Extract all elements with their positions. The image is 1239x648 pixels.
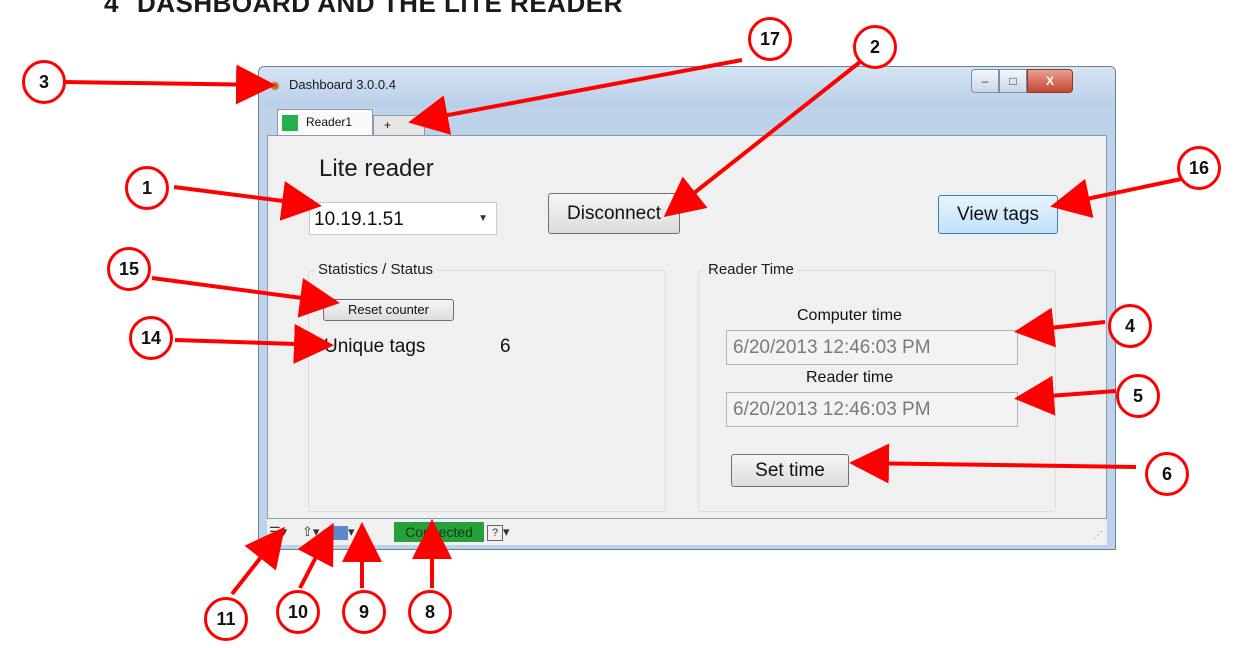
window-title: Dashboard 3.0.0.4	[289, 77, 396, 92]
callout-2: 2	[853, 25, 897, 69]
maximize-button[interactable]: □	[999, 69, 1027, 93]
tab-label: Reader1	[306, 115, 353, 129]
callout-14: 14	[129, 316, 173, 360]
callout-9: 9	[342, 590, 386, 634]
tab-reader1[interactable]: Reader1	[277, 109, 373, 135]
view-tags-button[interactable]: View tags	[938, 195, 1058, 234]
callout-1: 1	[125, 166, 169, 210]
heading-text: DASHBOARD AND THE LITE READER	[136, 0, 623, 18]
computer-time-label: Computer time	[797, 307, 902, 324]
page-heading: 4 DASHBOARD AND THE LITE READER	[104, 0, 623, 19]
connection-status-badge: Connected	[394, 522, 484, 542]
resize-grip-icon[interactable]: ⋰	[1093, 530, 1103, 541]
disconnect-button[interactable]: Disconnect	[548, 193, 680, 234]
upload-icon[interactable]: ⇧▾	[302, 523, 319, 541]
add-tab-button[interactable]: +	[373, 115, 425, 135]
callout-4: 4	[1108, 304, 1152, 348]
callout-16: 16	[1177, 146, 1221, 190]
page-title: Lite reader	[319, 155, 434, 182]
minimize-button[interactable]: –	[971, 69, 999, 93]
set-time-button[interactable]: Set time	[731, 454, 849, 487]
callout-11: 11	[204, 597, 248, 641]
callout-6: 6	[1145, 452, 1189, 496]
unique-tags-count: 6	[500, 336, 511, 357]
heading-number: 4	[104, 0, 119, 18]
reset-counter-button[interactable]: Reset counter	[323, 299, 454, 321]
tab-status-swatch	[282, 115, 298, 131]
unique-tags-label: Unique tags	[324, 336, 426, 357]
help-icon[interactable]: ? ▾	[487, 523, 510, 541]
gear-icon: ✹	[269, 78, 281, 94]
tab-strip: Reader1 +	[267, 107, 1107, 135]
callout-8: 8	[408, 590, 452, 634]
reader-time-legend: Reader Time	[705, 261, 797, 278]
lite-reader-panel: Lite reader 10.19.1.51 ▼ Disconnect View…	[267, 135, 1107, 519]
arrow-3	[63, 64, 276, 105]
callout-5: 5	[1116, 374, 1160, 418]
chevron-down-icon[interactable]: ▼	[478, 213, 488, 224]
reader-time-label: Reader time	[806, 369, 894, 386]
close-button[interactable]: X	[1027, 69, 1073, 93]
computer-time-field: 6/20/2013 12:46:03 PM	[726, 330, 1018, 365]
title-bar[interactable]: ✹ Dashboard 3.0.0.4 – □ X	[259, 67, 1115, 107]
help-label: ?	[487, 525, 503, 541]
display-icon[interactable]: ▾	[332, 523, 355, 541]
dashboard-window: ✹ Dashboard 3.0.0.4 – □ X Reader1 + Lite…	[258, 66, 1116, 550]
reader-address-dropdown[interactable]: 10.19.1.51 ▼	[309, 202, 497, 235]
list-settings-icon[interactable]: ☰▾	[269, 523, 287, 541]
reader-time-field: 6/20/2013 12:46:03 PM	[726, 392, 1018, 427]
status-bar: ☰▾ ⇧▾ ▾ Connected ? ▾ ⋰	[267, 519, 1107, 545]
callout-3: 3	[22, 60, 66, 104]
statistics-legend: Statistics / Status	[315, 261, 437, 278]
reader-address-value: 10.19.1.51	[314, 209, 404, 230]
callout-17: 17	[748, 17, 792, 61]
callout-15: 15	[107, 247, 151, 291]
callout-10: 10	[276, 590, 320, 634]
